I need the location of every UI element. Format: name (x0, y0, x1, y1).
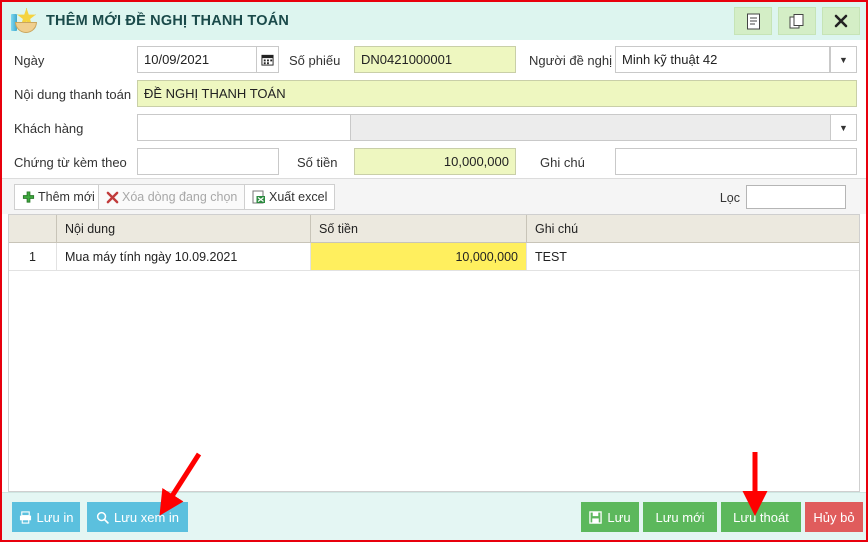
amount-label: Số tiền (297, 155, 338, 170)
star-in-hand-icon (10, 8, 40, 34)
payment-request-window: THÊM MỚI ĐỀ NGHỊ THANH TOÁN Ngày 10/09/2… (0, 0, 868, 542)
content-input[interactable]: ĐỀ NGHỊ THANH TOÁN (137, 80, 857, 107)
col-noi-dung-header: Nội dung (57, 215, 311, 242)
line-items-grid: Nội dung Số tiền Ghi chú 1 Mua máy tính … (8, 214, 860, 492)
huy-bo-label: Hủy bỏ (813, 509, 855, 525)
content-label: Nội dung thanh toán (14, 87, 132, 102)
export-excel-label: Xuất excel (269, 190, 328, 204)
requester-dropdown-button[interactable]: ▼ (830, 46, 857, 73)
grid-header-row: Nội dung Số tiền Ghi chú (9, 215, 859, 243)
window-controls (734, 7, 860, 35)
luu-xem-in-button[interactable]: Lưu xem in (87, 502, 188, 532)
col-so-tien-header: Số tiền (311, 215, 527, 242)
luu-label: Lưu (607, 509, 631, 525)
filter-input[interactable] (746, 185, 846, 209)
date-input[interactable]: 10/09/2021 (137, 46, 257, 73)
search-icon (96, 511, 109, 524)
save-icon (589, 510, 603, 524)
attachment-input[interactable] (137, 148, 279, 175)
note-label: Ghi chú (540, 155, 585, 170)
cell-index: 1 (9, 243, 57, 270)
excel-icon (252, 190, 265, 204)
document-icon (746, 13, 760, 29)
customer-dropdown-button[interactable]: ▼ (830, 114, 857, 141)
luu-in-button[interactable]: Lưu in (12, 502, 80, 532)
calendar-icon[interactable] (257, 46, 279, 73)
export-excel-button[interactable]: Xuất excel (244, 184, 336, 210)
form-section: Ngày 10/09/2021 Số phiếu DN0421000001 Ng… (2, 40, 866, 178)
printer-icon (19, 510, 31, 524)
amount-input[interactable]: 10,000,000 (354, 148, 516, 175)
luu-moi-label: Lưu mới (655, 509, 705, 525)
luu-thoat-label: Lưu thoát (733, 509, 789, 525)
copy-button[interactable] (778, 7, 816, 35)
chevron-down-icon: ▼ (839, 54, 848, 65)
luu-thoat-button[interactable]: Lưu thoát (721, 502, 801, 532)
cell-ghi-chu[interactable]: TEST (527, 243, 859, 270)
document-button[interactable] (734, 7, 772, 35)
table-row[interactable]: 1 Mua máy tính ngày 10.09.2021 10,000,00… (9, 243, 859, 271)
col-ghi-chu-header: Ghi chú (535, 221, 579, 236)
date-label: Ngày (14, 53, 45, 68)
voucher-input[interactable]: DN0421000001 (354, 46, 516, 73)
add-row-label: Thêm mới (38, 190, 95, 204)
luu-moi-button[interactable]: Lưu mới (643, 502, 717, 532)
delete-row-label: Xóa dòng đang chọn (122, 190, 238, 204)
note-input[interactable] (615, 148, 857, 175)
luu-xem-in-label: Lưu xem in (113, 509, 180, 525)
chevron-down-icon: ▼ (839, 122, 848, 133)
x-mark-icon (106, 191, 119, 203)
huy-bo-button[interactable]: Hủy bỏ (805, 502, 863, 532)
close-button[interactable] (822, 7, 860, 35)
footer-bar: Lưu in Lưu xem in Lưu Lưu mới Lưu thoát … (2, 492, 866, 540)
delete-row-button[interactable]: Xóa dòng đang chọn (98, 184, 246, 210)
requester-input[interactable]: Minh kỹ thuật 42 (615, 46, 830, 73)
filter-label: Lọc (719, 191, 740, 205)
copy-icon (789, 13, 804, 28)
luu-in-label: Lưu in (36, 509, 74, 525)
grid-toolbar: Thêm mới Xóa dòng đang chọn Xuất excel L… (2, 178, 866, 214)
voucher-label: Số phiếu (289, 53, 341, 68)
cell-so-tien[interactable]: 10,000,000 (311, 243, 527, 270)
attachment-label: Chứng từ kèm theo (14, 155, 127, 170)
close-icon (834, 14, 848, 28)
col-index-header (9, 215, 57, 242)
window-title-bar: THÊM MỚI ĐỀ NGHỊ THANH TOÁN (2, 2, 866, 40)
cell-noi-dung[interactable]: Mua máy tính ngày 10.09.2021 (57, 243, 311, 270)
luu-button[interactable]: Lưu (581, 502, 639, 532)
customer-input[interactable] (137, 114, 352, 141)
requester-label: Người đề nghị (529, 53, 612, 68)
customer-label: Khách hàng (14, 121, 84, 136)
window-title: THÊM MỚI ĐỀ NGHỊ THANH TOÁN (46, 13, 290, 29)
customer-name-display (350, 114, 832, 141)
add-row-button[interactable]: Thêm mới (14, 184, 103, 210)
plus-icon (22, 190, 35, 203)
